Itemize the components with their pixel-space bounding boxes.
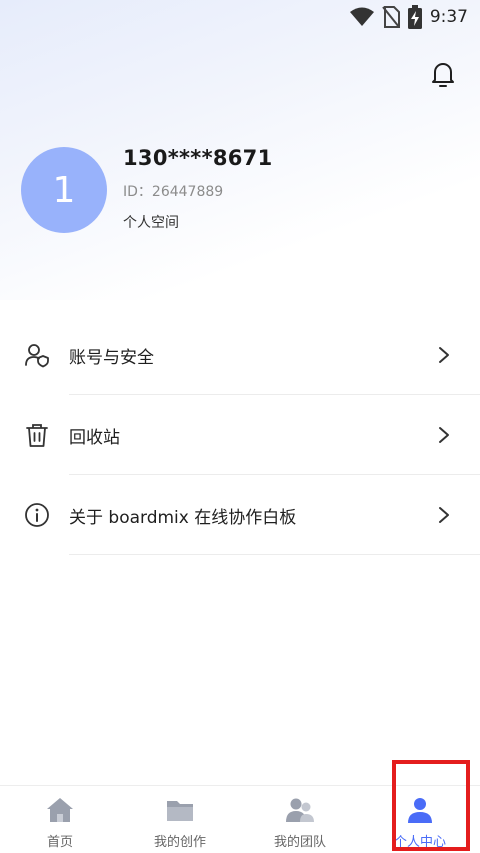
highlight-box [392, 760, 470, 851]
tab-label: 我的团队 [273, 835, 326, 850]
menu-item-account-security[interactable]: 账号与安全 [0, 315, 480, 395]
chevron-right-icon [439, 427, 449, 443]
chevron-right-icon [439, 507, 449, 523]
menu-label: 回收站 [69, 427, 120, 448]
tab-label: 首页 [46, 835, 73, 850]
account-security-icon [25, 344, 49, 368]
tab-my-team[interactable]: 我的团队 [240, 786, 360, 853]
trash-icon [26, 424, 48, 447]
avatar[interactable]: 1 [21, 147, 107, 233]
avatar-initial: 1 [52, 169, 76, 211]
chevron-right-icon [439, 347, 449, 363]
menu-item-trash[interactable]: 回收站 [0, 395, 480, 475]
menu-label: 账号与安全 [69, 347, 154, 368]
menu-item-about[interactable]: 关于 boardmix 在线协作白板 [0, 475, 480, 555]
info-icon [25, 503, 49, 527]
settings-menu: 账号与安全 回收站 关于 boardmix 在线协作白板 [0, 315, 480, 555]
tab-home[interactable]: 首页 [0, 786, 120, 853]
tab-my-creations[interactable]: 我的创作 [120, 786, 240, 853]
no-sim-icon [382, 6, 400, 28]
tab-label: 我的创作 [153, 835, 206, 850]
home-icon [47, 798, 73, 822]
status-bar: 9:37 [0, 0, 480, 34]
user-id: ID：26447889 [123, 184, 224, 200]
clock: 9:37 [429, 7, 468, 27]
menu-label: 关于 boardmix 在线协作白板 [69, 507, 297, 528]
wifi-icon [349, 7, 374, 26]
bell-icon[interactable] [430, 60, 456, 88]
team-icon [286, 798, 314, 822]
divider [69, 554, 480, 555]
user-name: 130****8671 [123, 146, 273, 170]
folder-icon [167, 801, 193, 821]
battery-charging-icon [407, 5, 422, 29]
user-space: 个人空间 [123, 215, 179, 231]
